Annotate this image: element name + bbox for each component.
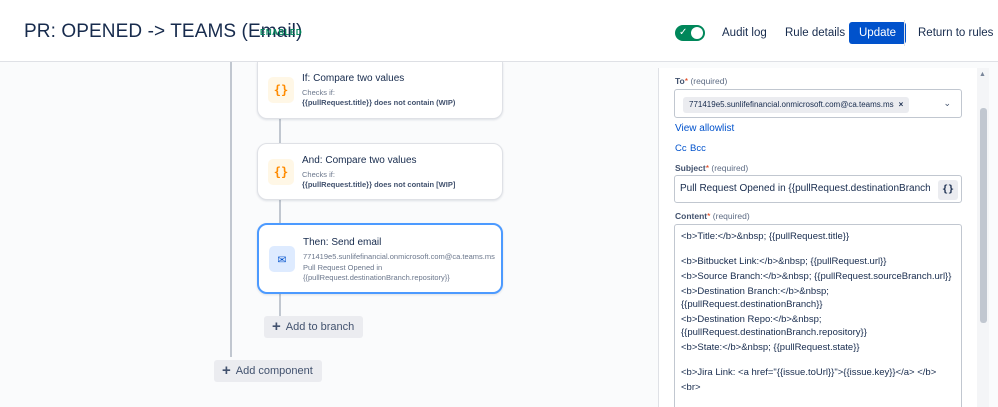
to-recipients-field[interactable]: 771419e5.sunlifefinancial.onmicrosoft.co…: [674, 89, 962, 118]
node-detail: {{pullRequest.destinationBranch.reposito…: [303, 273, 450, 282]
content-line: <b>Bitbucket Link:</b>&nbsp; {{pullReque…: [681, 256, 887, 267]
rule-details-button[interactable]: Rule details: [785, 22, 845, 44]
required-marker: *: [684, 76, 689, 86]
main-flow-line: [230, 62, 232, 357]
node-title: If: Compare two values: [302, 73, 405, 84]
check-icon: ✓: [679, 27, 688, 38]
add-component-button[interactable]: + Add component: [214, 360, 322, 382]
node-subtitle: Checks if:: [302, 88, 335, 97]
content-line: <b>Jira Link: <a href="{{issue.toUrl}}">…: [681, 367, 937, 378]
plus-icon: +: [222, 362, 231, 379]
braces-icon: {}: [268, 77, 294, 103]
node-detail: {{pullRequest.title}} does not contain […: [302, 180, 456, 189]
send-email-action-node[interactable]: ✉ Then: Send email 771419e5.sunlifefinan…: [257, 223, 503, 294]
cc-link[interactable]: Cc: [675, 143, 687, 154]
toggle-knob: [691, 27, 703, 39]
required-marker: *: [707, 211, 711, 221]
subject-label: Subject* (required): [675, 163, 749, 173]
content-line: <b>Source Branch:</b>&nbsp; {{pullReques…: [681, 271, 952, 282]
braces-icon: {}: [268, 159, 294, 185]
add-to-branch-label: Add to branch: [285, 321, 355, 333]
node-title: And: Compare two values: [302, 155, 417, 166]
node-title: Then: Send email: [303, 237, 382, 248]
content-line: <b>Destination Repo:</b>&nbsp;: [681, 314, 822, 325]
rule-header: PR: OPENED -> TEAMS (Email) ENABLED ✓ Au…: [0, 0, 998, 62]
plus-icon: +: [272, 318, 281, 335]
chevron-down-icon[interactable]: ⌄: [943, 98, 951, 109]
bcc-link[interactable]: Bcc: [690, 143, 706, 154]
content-label: Content* (required): [675, 211, 750, 221]
node-detail: 771419e5.sunlifefinancial.onmicrosoft.co…: [303, 252, 495, 261]
update-button[interactable]: Update: [849, 22, 907, 44]
content-line: {{pullRequest.destinationBranch.reposito…: [681, 327, 867, 338]
subject-input[interactable]: Pull Request Opened in {{pullRequest.des…: [674, 175, 962, 203]
recipient-chip: 771419e5.sunlifefinancial.onmicrosoft.co…: [683, 97, 910, 113]
required-text: (required): [712, 211, 750, 221]
scroll-up-icon[interactable]: ▲: [979, 71, 986, 78]
recipient-chip-label: 771419e5.sunlifefinancial.onmicrosoft.co…: [689, 100, 894, 109]
required-text: (required): [711, 163, 749, 173]
content-line: <b>Destination Branch:</b>&nbsp;: [681, 286, 829, 297]
view-allowlist-link[interactable]: View allowlist: [675, 123, 734, 134]
content-line: <br>: [681, 382, 701, 393]
add-to-branch-button[interactable]: + Add to branch: [264, 316, 364, 338]
audit-log-button[interactable]: Audit log: [722, 22, 767, 44]
branch-connector: [279, 293, 281, 316]
status-badge: ENABLED: [260, 28, 303, 37]
condition-node[interactable]: {} And: Compare two values Checks if: {{…: [257, 143, 503, 200]
content-textarea[interactable]: <b>Title:</b>&nbsp; {{pullRequest.title}…: [674, 224, 962, 407]
smart-value-button[interactable]: {}: [938, 180, 958, 200]
close-icon[interactable]: ×: [899, 100, 904, 109]
subject-value: Pull Request Opened in {{pullRequest.des…: [680, 183, 930, 194]
required-text: (required): [690, 76, 728, 86]
header-divider: [904, 20, 905, 46]
branch-connector: [279, 200, 281, 223]
add-component-label: Add component: [235, 365, 313, 377]
required-marker: *: [705, 163, 710, 173]
branch-connector: [279, 119, 281, 143]
to-label: To* (required): [675, 76, 728, 86]
return-to-rules-button[interactable]: Return to rules: [918, 22, 993, 44]
node-detail: {{pullRequest.title}} does not contain (…: [302, 98, 456, 107]
node-subtitle: Checks if:: [302, 170, 335, 179]
content-line: <b>State:</b>&nbsp; {{pullRequest.state}…: [681, 342, 860, 353]
node-detail: Pull Request Opened in: [303, 263, 383, 272]
content-line: <b>Title:</b>&nbsp; {{pullRequest.title}…: [681, 231, 850, 242]
condition-node[interactable]: {} If: Compare two values Checks if: {{p…: [257, 62, 503, 119]
scrollbar-thumb[interactable]: [980, 108, 987, 323]
content-line: {{pullRequest.destinationBranch}}: [681, 299, 823, 310]
rule-enabled-toggle[interactable]: ✓: [675, 25, 705, 41]
mail-icon: ✉: [269, 246, 295, 272]
